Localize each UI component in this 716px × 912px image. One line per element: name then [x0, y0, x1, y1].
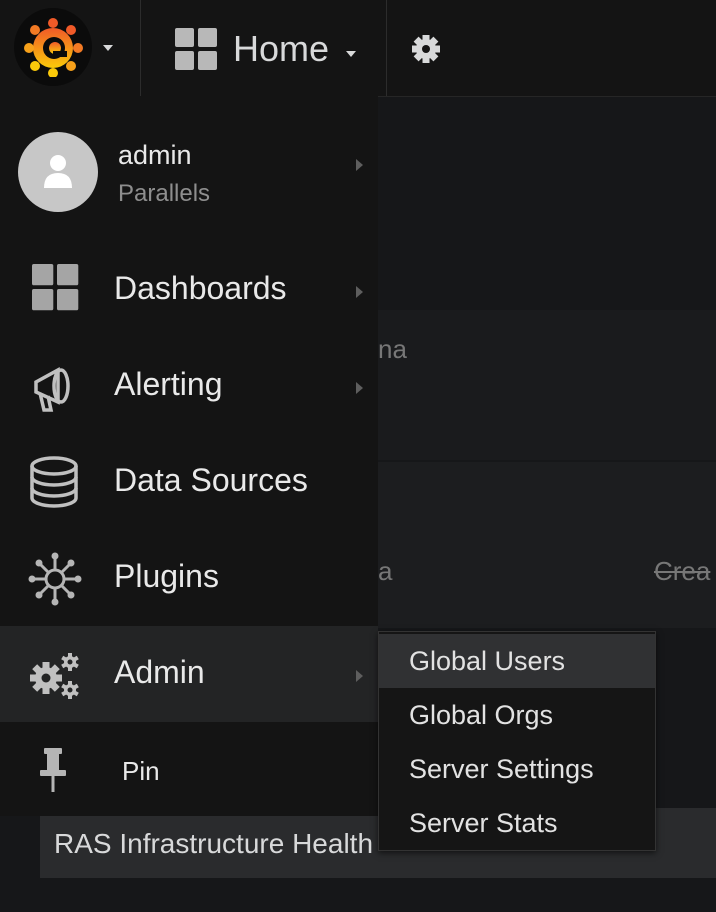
sidebar-item-label: Admin — [114, 654, 205, 690]
top-navbar: Home — [0, 0, 716, 97]
chevron-down-icon — [103, 45, 113, 51]
chevron-down-icon — [346, 51, 356, 57]
panel-title: RAS Infrastructure Health — [54, 828, 374, 859]
home-label: Home — [233, 28, 330, 69]
profile-org: Parallels — [118, 180, 211, 207]
dashboards-grid-icon — [32, 264, 79, 311]
avatar — [18, 132, 98, 212]
background-panel-middle — [378, 462, 716, 628]
background-fragment-3: Crea — [654, 556, 711, 586]
dashboard-settings-button[interactable] — [400, 24, 452, 74]
side-menu: admin Parallels Dashboards Alerting Data — [0, 96, 378, 816]
submenu-item-global-users[interactable]: Global Users — [379, 634, 655, 688]
submenu-item-label: Server Settings — [409, 754, 594, 784]
gear-icon — [412, 35, 440, 63]
sidebar-item-label: Dashboards — [114, 270, 287, 306]
submenu-item-server-settings[interactable]: Server Settings — [379, 742, 655, 796]
sidebar-item-admin[interactable]: Admin — [0, 626, 378, 722]
sidebar-item-pin[interactable]: Pin — [0, 722, 378, 818]
submenu-item-label: Server Stats — [409, 808, 558, 838]
submenu-item-global-orgs[interactable]: Global Orgs — [379, 688, 655, 742]
plugins-icon — [28, 552, 82, 606]
sidebar-item-data-sources[interactable]: Data Sources — [0, 434, 378, 530]
sidebar-item-dashboards[interactable]: Dashboards — [0, 242, 378, 338]
pin-icon — [40, 748, 66, 792]
sidebar-item-label: Pin — [122, 756, 160, 786]
submenu-item-label: Global Orgs — [409, 700, 554, 730]
background-fragment-1: na — [378, 334, 407, 364]
submenu-item-server-stats[interactable]: Server Stats — [379, 796, 655, 850]
sidebar-item-plugins[interactable]: Plugins — [0, 530, 378, 626]
background-panel-top — [378, 310, 716, 460]
submenu-item-label: Global Users — [409, 646, 566, 676]
sidebar-item-alerting[interactable]: Alerting — [0, 338, 378, 434]
database-icon — [30, 456, 78, 508]
sidebar-item-label: Alerting — [114, 366, 223, 402]
chevron-right-icon — [356, 382, 363, 394]
chevron-right-icon — [356, 286, 363, 298]
grafana-menu-button[interactable] — [0, 0, 141, 96]
background-fragment-2: a — [378, 556, 393, 586]
dashboards-grid-icon — [175, 28, 217, 70]
grafana-logo-icon — [14, 8, 92, 86]
profile-name: admin — [118, 140, 192, 170]
chevron-right-icon — [356, 670, 363, 682]
chevron-right-icon — [356, 159, 363, 171]
user-icon — [44, 155, 72, 188]
sidebar-item-label: Data Sources — [114, 462, 308, 498]
sidebar-item-label: Plugins — [114, 558, 219, 594]
user-profile-item[interactable]: admin Parallels — [0, 96, 378, 242]
megaphone-icon — [34, 367, 70, 412]
cogs-icon — [30, 653, 79, 699]
admin-submenu: Global Users Global Orgs Server Settings… — [378, 631, 656, 851]
dashboard-picker-button[interactable]: Home — [141, 0, 387, 96]
